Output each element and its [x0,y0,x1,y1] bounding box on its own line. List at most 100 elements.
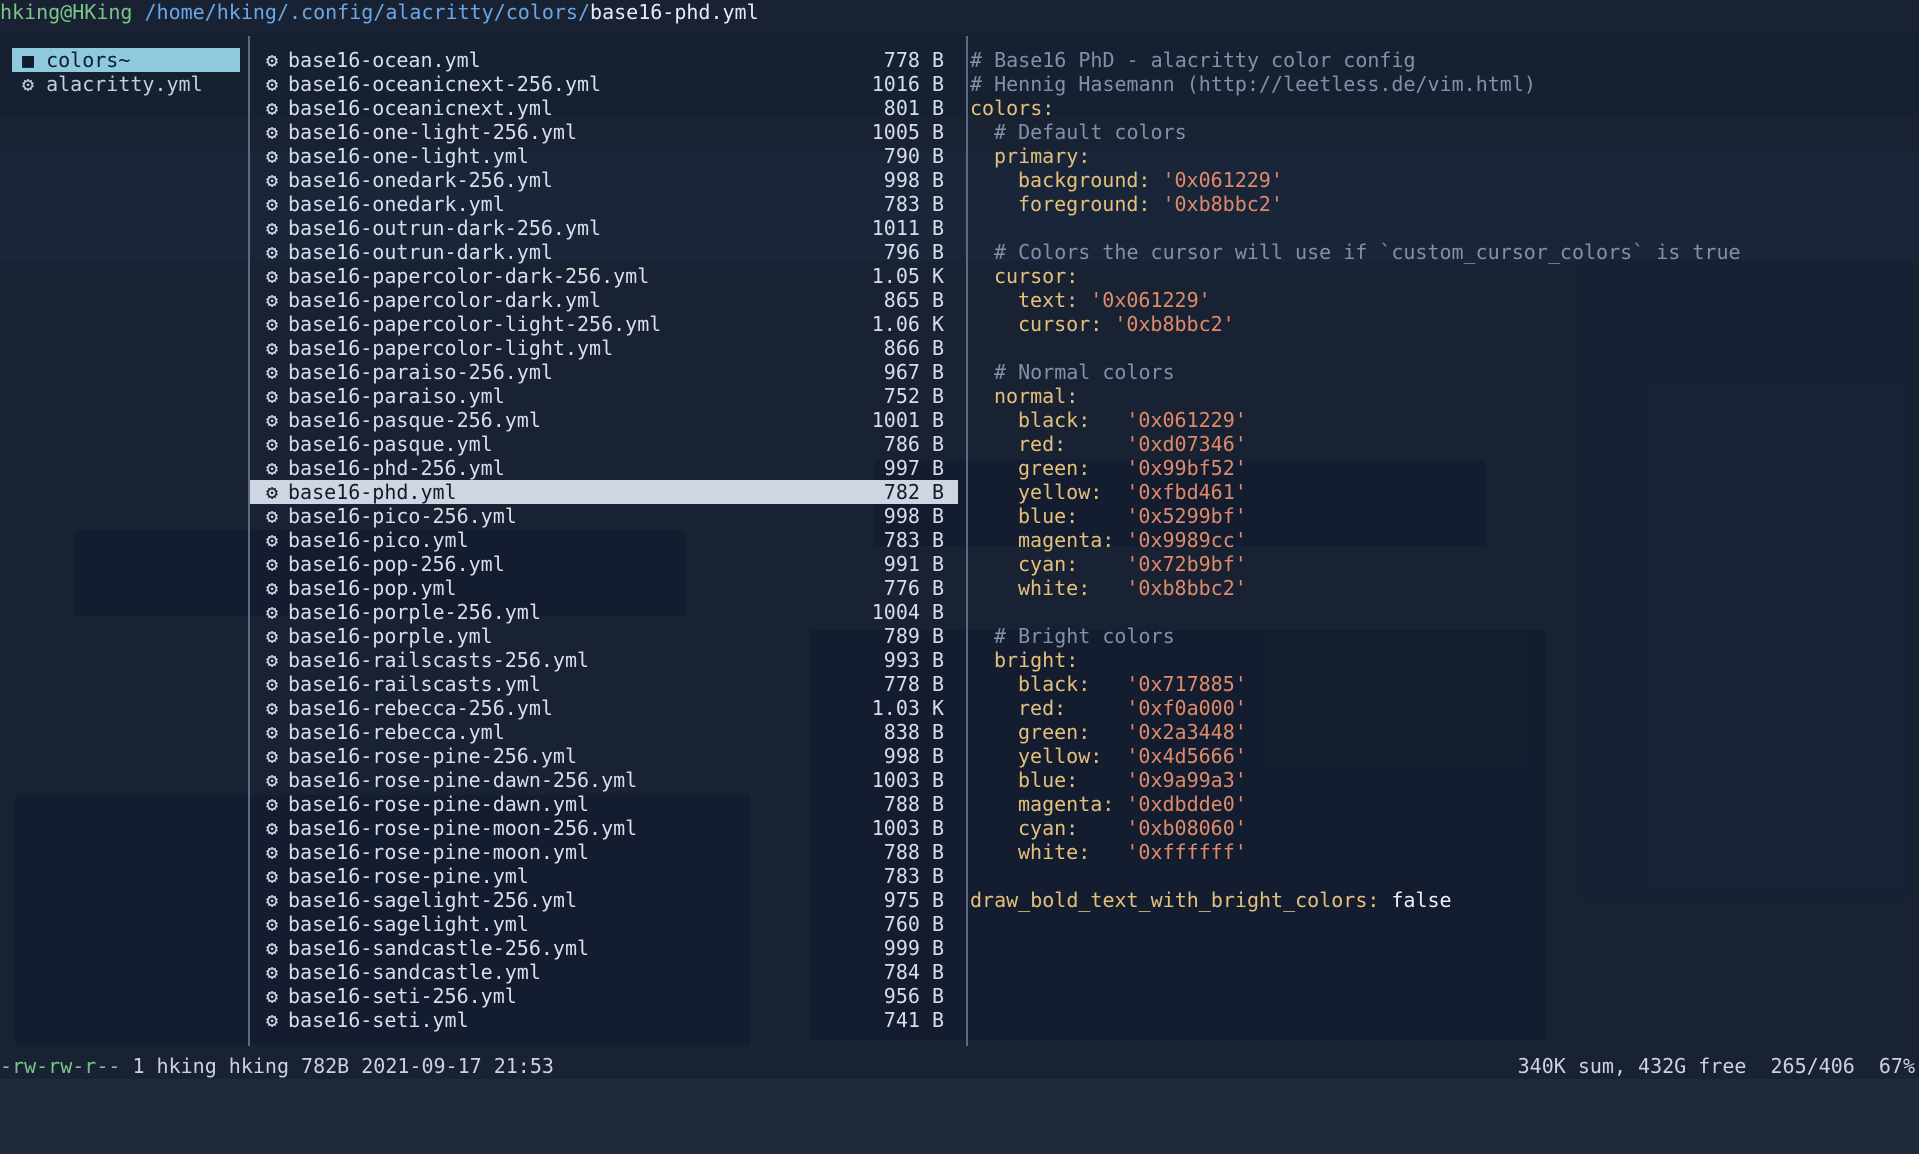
preview-line [970,216,1910,240]
yaml-value: '0x72b9bf' [1126,552,1247,576]
file-row[interactable]: ⚙ base16-paraiso.yml 752 B [250,384,958,408]
file-row[interactable]: ⚙ base16-pico-256.yml 998 B [250,504,958,528]
file-row[interactable]: ⚙ base16-pasque-256.yml 1001 B [250,408,958,432]
preview-line: cyan: '0x72b9bf' [970,552,1910,576]
file-size: 776 B [883,576,944,600]
file-name: base16-papercolor-light-256.yml [288,312,662,336]
file-row[interactable]: ⚙ base16-pop-256.yml 991 B [250,552,958,576]
file-size: 999 B [883,936,944,960]
file-name: base16-porple-256.yml [288,600,541,624]
file-row[interactable]: ⚙ base16-papercolor-dark-256.yml 1.05 K [250,264,958,288]
file-row[interactable]: ⚙ base16-porple-256.yml 1004 B [250,600,958,624]
yaml-value: '0xffffff' [1126,840,1247,864]
file-row[interactable]: ⚙ base16-pasque.yml 786 B [250,432,958,456]
file-row[interactable]: ⚙ base16-oceanicnext-256.yml 1016 B [250,72,958,96]
yaml-comment: # Colors the cursor will use if `custom_… [994,240,1741,264]
file-row[interactable]: ⚙ base16-papercolor-light-256.yml 1.06 K [250,312,958,336]
yaml-value: '0xf0a000' [1126,696,1247,720]
file-row[interactable]: ⚙ base16-paraiso-256.yml 967 B [250,360,958,384]
file-row[interactable]: ⚙ base16-rebecca.yml 838 B [250,720,958,744]
file-row[interactable]: ⚙ base16-outrun-dark-256.yml 1011 B [250,216,958,240]
yaml-key: background: [1018,168,1151,192]
file-row[interactable]: ⚙ base16-ocean.yml 778 B [250,48,958,72]
file-row[interactable]: ⚙ base16-onedark-256.yml 998 B [250,168,958,192]
parent-dir-item[interactable]: ■ colors~ [12,48,240,72]
gear-icon: ⚙ [265,288,279,312]
preview-line: bright: [970,648,1910,672]
file-row[interactable]: ⚙ base16-onedark.yml 783 B [250,192,958,216]
file-row[interactable]: ⚙ base16-sandcastle-256.yml 999 B [250,936,958,960]
file-row[interactable]: ⚙ base16-seti.yml 741 B [250,1008,958,1032]
preview-line: magenta: '0xdbdde0' [970,792,1910,816]
gear-icon: ⚙ [265,48,279,72]
file-size: 783 B [883,864,944,888]
gear-icon: ⚙ [22,72,47,96]
file-row[interactable]: ⚙ base16-sagelight-256.yml 975 B [250,888,958,912]
gear-icon: ⚙ [265,648,279,672]
yaml-value: '0xb8bbc2' [1126,576,1247,600]
file-size: 1003 B [871,816,944,840]
yaml-key: bright: [994,648,1079,672]
gear-icon: ⚙ [265,528,279,552]
file-row[interactable]: ⚙ base16-outrun-dark.yml 796 B [250,240,958,264]
gear-icon: ⚙ [265,264,279,288]
yaml-key: cyan: [1018,816,1079,840]
preview-line [970,864,1910,888]
file-name: base16-oceanicnext.yml [288,96,553,120]
file-row[interactable]: ⚙ base16-sandcastle.yml 784 B [250,960,958,984]
preview-line: red: '0xd07346' [970,432,1910,456]
preview-line: foreground: '0xb8bbc2' [970,192,1910,216]
yaml-key: cyan: [1018,552,1079,576]
yaml-comment: # Bright colors [994,624,1175,648]
file-row[interactable]: ⚙ base16-rose-pine-moon-256.yml 1003 B [250,816,958,840]
gear-icon: ⚙ [265,696,279,720]
file-row[interactable]: ⚙ base16-one-light-256.yml 1005 B [250,120,958,144]
parent-directory-pane: ■ colors~ ⚙ alacritty.yml [12,48,240,96]
gear-icon: ⚙ [265,744,279,768]
file-row[interactable]: ⚙ base16-one-light.yml 790 B [250,144,958,168]
preview-line: normal: [970,384,1910,408]
file-row[interactable]: ⚙ base16-rose-pine-moon.yml 788 B [250,840,958,864]
gear-icon: ⚙ [265,624,279,648]
file-row[interactable]: ⚙ base16-seti-256.yml 956 B [250,984,958,1008]
file-list-pane: ⚙ base16-ocean.yml 778 B ⚙ base16-oceanicnex… [250,48,958,1032]
file-row[interactable]: ⚙ base16-rose-pine.yml 783 B [250,864,958,888]
file-row[interactable]: ⚙ base16-pop.yml 776 B [250,576,958,600]
file-size: 760 B [883,912,944,936]
file-row[interactable]: ⚙ base16-rebecca-256.yml 1.03 K [250,696,958,720]
yaml-value: '0xb8bbc2' [1162,192,1283,216]
file-row[interactable]: ⚙ base16-pico.yml 783 B [250,528,958,552]
yaml-value: '0xd07346' [1126,432,1247,456]
file-row[interactable]: ⚙ base16-oceanicnext.yml 801 B [250,96,958,120]
file-size: 1.05 K [871,264,944,288]
current-file: base16-phd.yml [590,0,759,24]
gear-icon: ⚙ [265,504,279,528]
folder-icon: ■ [22,48,47,72]
file-row[interactable]: ⚙ base16-sagelight.yml 760 B [250,912,958,936]
file-row[interactable]: ⚙ base16-phd.yml 782 B [250,480,958,504]
file-row[interactable]: ⚙ base16-railscasts.yml 778 B [250,672,958,696]
file-row[interactable]: ⚙ base16-rose-pine-dawn-256.yml 1003 B [250,768,958,792]
file-row[interactable]: ⚙ base16-rose-pine-256.yml 998 B [250,744,958,768]
file-row[interactable]: ⚙ base16-papercolor-dark.yml 865 B [250,288,958,312]
file-size: 783 B [883,528,944,552]
file-name: base16-outrun-dark.yml [288,240,553,264]
file-size: 1004 B [871,600,944,624]
file-row[interactable]: ⚙ base16-railscasts-256.yml 993 B [250,648,958,672]
file-row[interactable]: ⚙ base16-phd-256.yml 997 B [250,456,958,480]
yaml-comment: # Default colors [994,120,1187,144]
parent-dir-item[interactable]: ⚙ alacritty.yml [12,72,240,96]
file-row[interactable]: ⚙ base16-rose-pine-dawn.yml 788 B [250,792,958,816]
file-size: 998 B [883,744,944,768]
preview-line: # Normal colors [970,360,1910,384]
file-row[interactable]: ⚙ base16-papercolor-light.yml 866 B [250,336,958,360]
file-row[interactable]: ⚙ base16-porple.yml 789 B [250,624,958,648]
current-path: /home/hking/.config/alacritty/colors/ [144,0,591,24]
file-size: 838 B [883,720,944,744]
file-size: 801 B [883,96,944,120]
file-preview-pane: # Base16 PhD - alacritty color config # H… [970,48,1910,912]
file-size: 866 B [883,336,944,360]
file-name: base16-paraiso-256.yml [288,360,553,384]
yaml-key: colors: [970,96,1055,120]
file-name: base16-onedark.yml [288,192,505,216]
